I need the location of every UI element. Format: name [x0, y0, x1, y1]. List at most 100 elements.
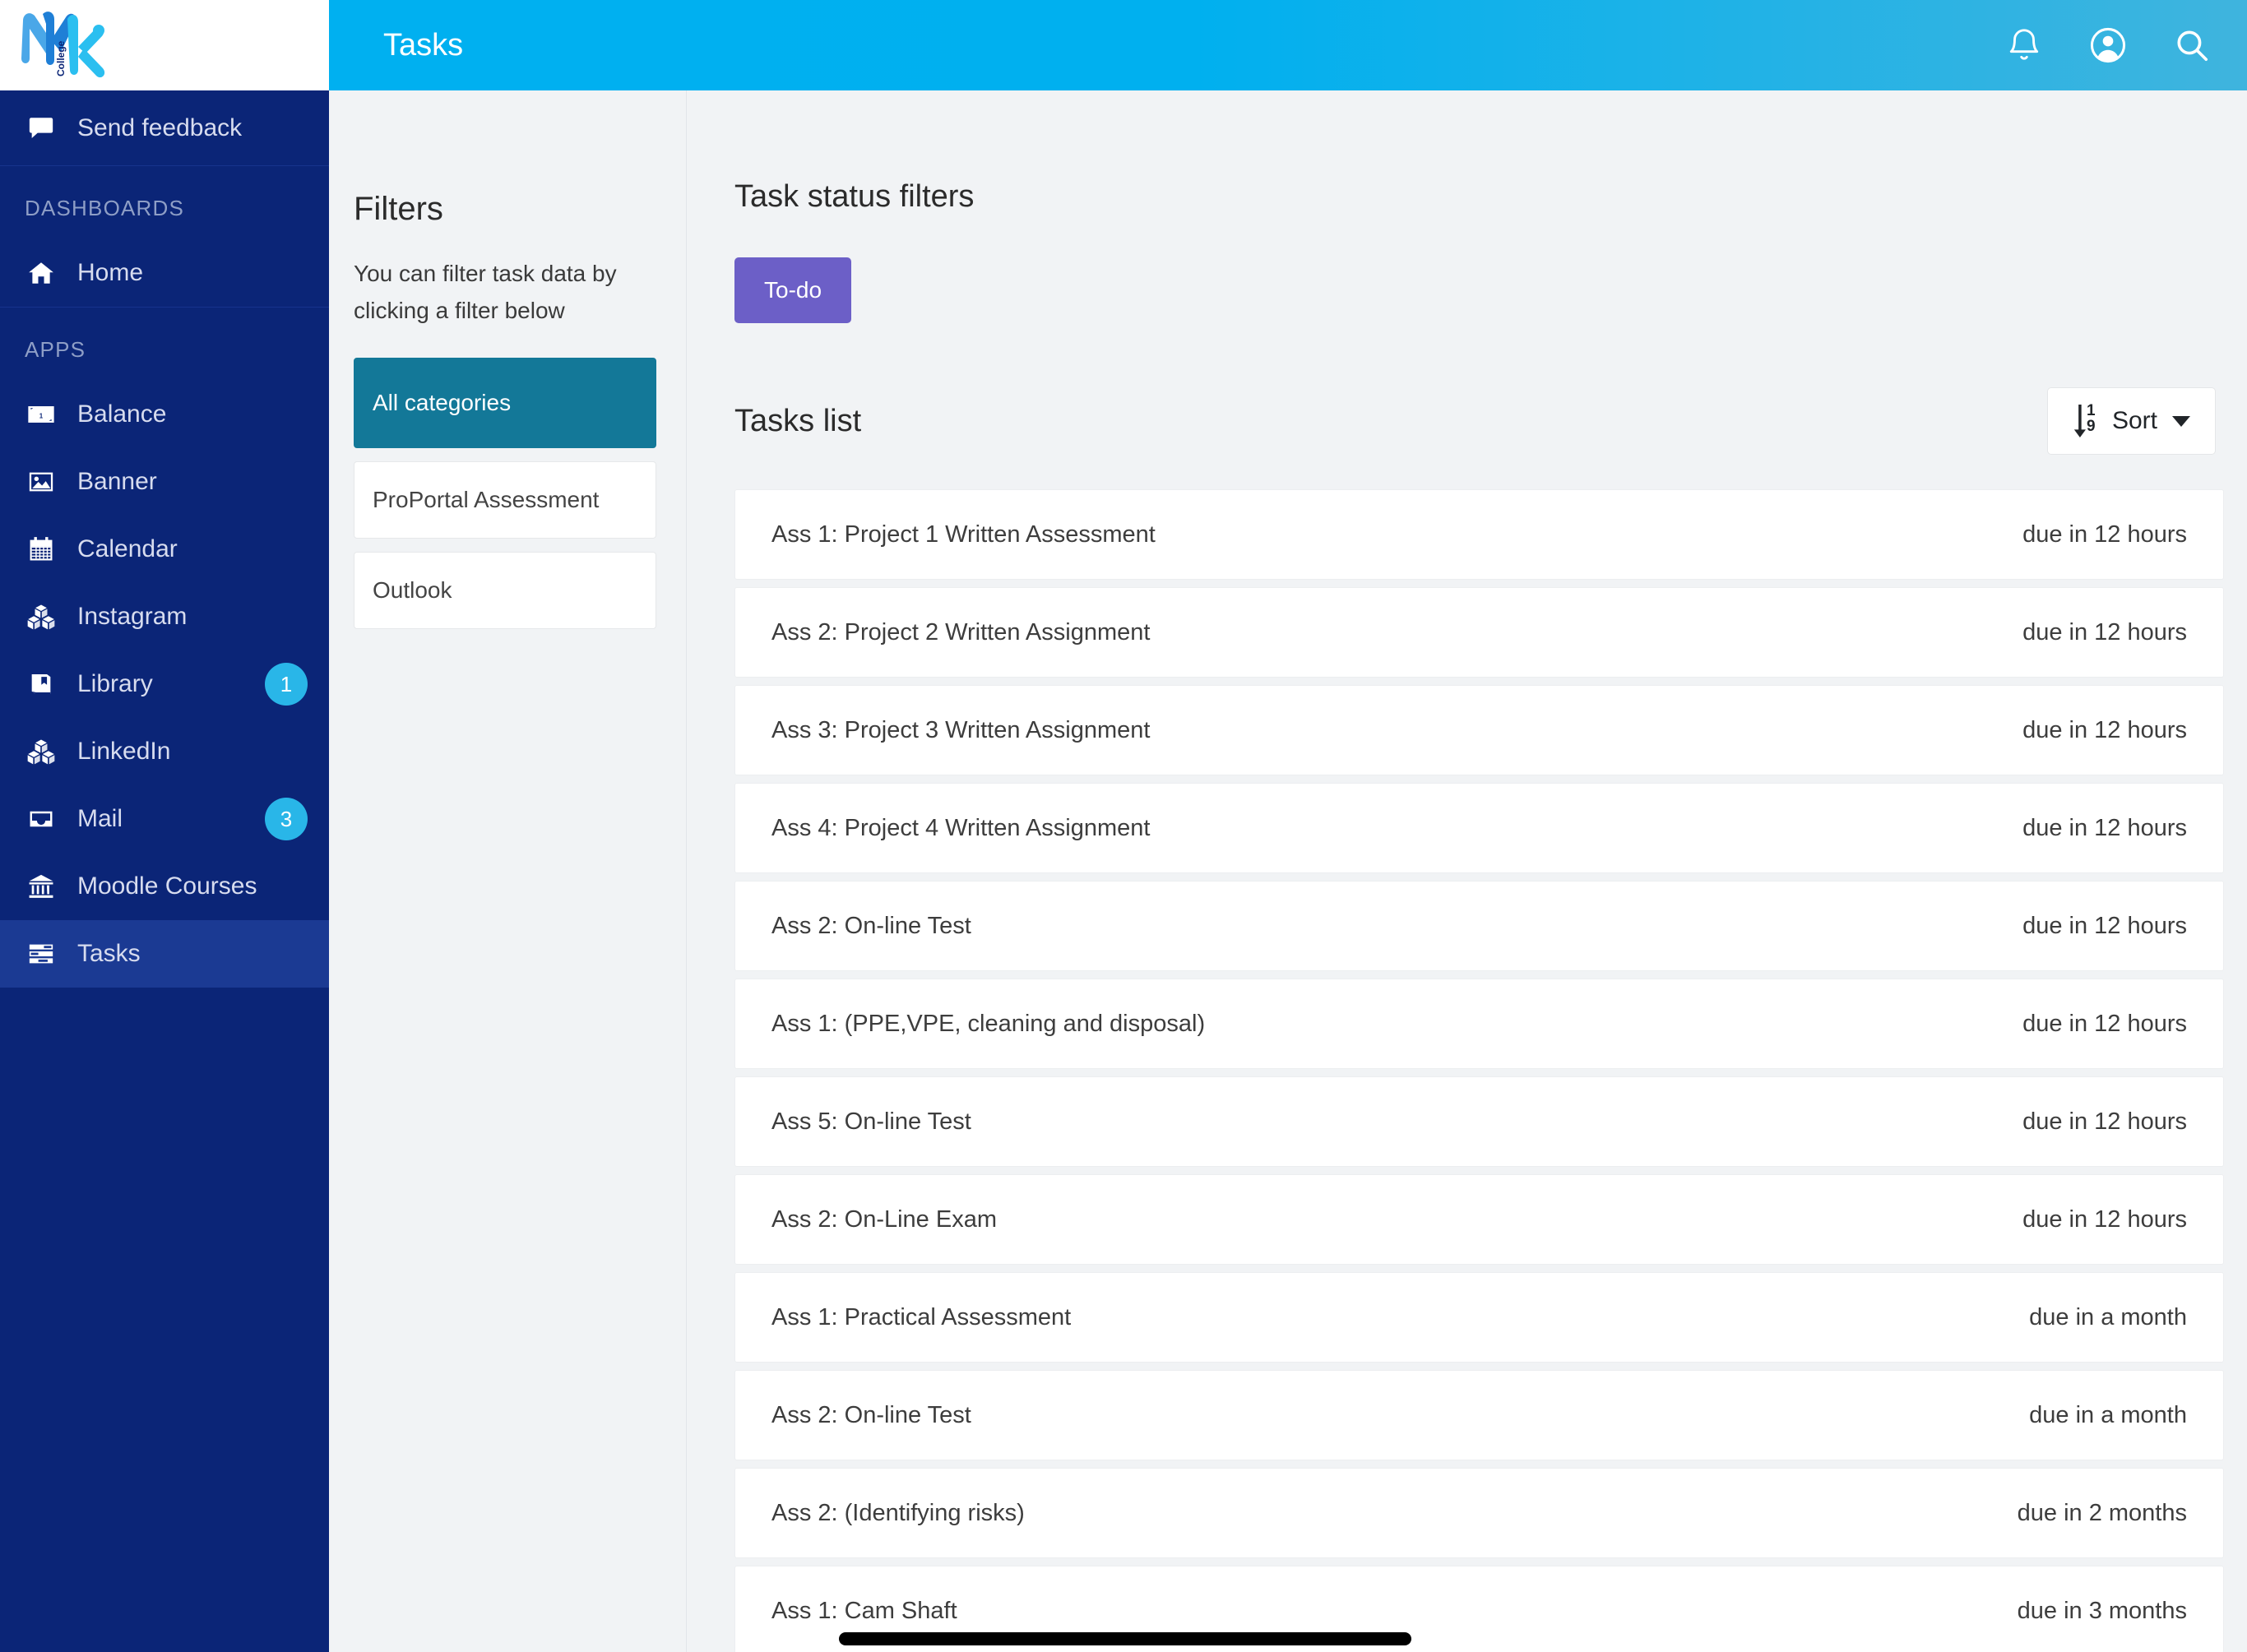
task-status-filters-title: Task status filters [734, 179, 975, 214]
task-due: due in 12 hours [2022, 1010, 2187, 1037]
filters-panel: Filters You can filter task data by clic… [329, 90, 687, 1652]
sidebar-item-label: Balance [77, 400, 167, 428]
sidebar-item-moodle-courses[interactable]: Moodle Courses [0, 853, 329, 920]
send-feedback-label: Send feedback [77, 113, 243, 141]
sidebar-item-label: Home [77, 259, 144, 286]
sidebar-item-home[interactable]: Home [0, 239, 329, 307]
sort-digits: 19 [2086, 402, 2096, 436]
table-row[interactable]: Ass 5: On-line Test due in 12 hours [734, 1076, 2224, 1167]
task-name: Ass 1: Cam Shaft [771, 1597, 957, 1624]
task-name: Ass 2: Project 2 Written Assignment [771, 618, 1151, 646]
table-row[interactable]: Ass 2: (Identifying risks) due in 2 mont… [734, 1468, 2224, 1558]
sidebar-item-label: Tasks [77, 940, 141, 967]
sidebar-item-label: Mail [77, 805, 123, 832]
task-name: Ass 3: Project 3 Written Assignment [771, 716, 1151, 743]
mk-college-logo-icon: College [21, 12, 105, 78]
section-title-dashboards: DASHBOARDS [25, 196, 185, 220]
book-icon [25, 670, 58, 698]
tasks-list-title: Tasks list [734, 403, 862, 438]
sidebar-item-calendar[interactable]: Calendar [0, 516, 329, 583]
comment-icon [25, 114, 58, 142]
table-row[interactable]: Ass 3: Project 3 Written Assignment due … [734, 685, 2224, 775]
filter-outlook[interactable]: Outlook [354, 551, 656, 629]
svg-text:1: 1 [39, 412, 44, 419]
tasks-list: Ass 1: Project 1 Written Assessment due … [734, 489, 2224, 1652]
cubes-icon [25, 738, 58, 766]
body-row: Filters You can filter task data by clic… [329, 90, 2247, 1652]
table-row[interactable]: Ass 4: Project 4 Written Assignment due … [734, 783, 2224, 873]
task-name: Ass 5: On-line Test [771, 1108, 971, 1135]
task-name: Ass 2: (Identifying risks) [771, 1499, 1025, 1526]
status-chip-todo[interactable]: To-do [734, 257, 852, 323]
sidebar-item-balance[interactable]: 1 Balance [0, 381, 329, 448]
filter-proportal-assessment[interactable]: ProPortal Assessment [354, 460, 656, 539]
task-due: due in 12 hours [2022, 618, 2187, 646]
task-due: due in 3 months [2017, 1597, 2187, 1624]
sidebar-item-label: LinkedIn [77, 738, 171, 765]
filter-all-categories[interactable]: All categories [354, 357, 656, 448]
task-name: Ass 1: Project 1 Written Assessment [771, 521, 1156, 548]
sidebar-item-send-feedback[interactable]: Send feedback [0, 90, 329, 166]
tasks-list-header: Tasks list 19 Sort [734, 387, 2224, 455]
task-due: due in 12 hours [2022, 1205, 2187, 1233]
task-name: Ass 1: Practical Assessment [771, 1303, 1072, 1330]
sidebar-item-label: Banner [77, 468, 157, 495]
sort-numeric-down-icon: 19 [2073, 402, 2101, 437]
task-due: due in a month [2029, 1401, 2187, 1428]
page-title: Tasks [383, 27, 464, 62]
search-icon[interactable] [2173, 26, 2211, 64]
brand-logo[interactable]: College [0, 0, 329, 90]
task-due: due in 2 months [2017, 1499, 2187, 1526]
filters-title: Filters [354, 191, 443, 227]
task-due: due in a month [2029, 1303, 2187, 1330]
filters-description: You can filter task data by clicking a f… [354, 261, 617, 323]
calendar-icon [25, 535, 58, 563]
table-row[interactable]: Ass 1: Project 1 Written Assessment due … [734, 489, 2224, 580]
sidebar-item-linkedin[interactable]: LinkedIn [0, 718, 329, 785]
task-due: due in 12 hours [2022, 521, 2187, 548]
table-row[interactable]: Ass 1: Practical Assessment due in a mon… [734, 1272, 2224, 1363]
money-bill-icon: 1 [25, 400, 58, 428]
svg-text:College: College [55, 40, 67, 76]
task-due: due in 12 hours [2022, 912, 2187, 939]
task-status-filters-section: Task status filters To-do [734, 90, 2224, 323]
bank-icon [25, 872, 58, 900]
table-row[interactable]: Ass 1: (PPE,VPE, cleaning and disposal) … [734, 979, 2224, 1069]
table-row[interactable]: Ass 2: On-Line Exam due in 12 hours [734, 1174, 2224, 1265]
task-due: due in 12 hours [2022, 814, 2187, 841]
sidebar-item-label: Instagram [77, 603, 188, 630]
top-header-bar: Tasks [329, 0, 2247, 90]
status-chip-group: To-do [734, 257, 2224, 323]
chevron-down-icon [2172, 415, 2190, 427]
app-root: College Send feedback DASHBOARDS Home AP… [0, 0, 2247, 1652]
table-row[interactable]: Ass 2: On-line Test due in 12 hours [734, 881, 2224, 971]
sidebar-item-library[interactable]: Library 1 [0, 650, 329, 718]
sidebar-item-instagram[interactable]: Instagram [0, 583, 329, 650]
table-row[interactable]: Ass 2: On-line Test due in a month [734, 1370, 2224, 1460]
bell-icon[interactable] [2005, 26, 2043, 64]
sidebar-item-label: Moodle Courses [77, 872, 257, 900]
task-due: due in 12 hours [2022, 716, 2187, 743]
main-panel: Task status filters To-do Tasks list 19 … [687, 90, 2247, 1652]
image-icon [25, 468, 58, 496]
user-circle-icon[interactable] [2089, 26, 2127, 64]
task-name: Ass 2: On-line Test [771, 912, 971, 939]
header-actions [2005, 26, 2211, 64]
sidebar-badge-library: 1 [265, 663, 308, 706]
sidebar-item-label: Calendar [77, 535, 178, 562]
horizontal-scrollbar[interactable] [839, 1632, 1411, 1645]
sidebar: College Send feedback DASHBOARDS Home AP… [0, 0, 329, 1652]
sidebar-item-banner[interactable]: Banner [0, 448, 329, 516]
home-icon [25, 259, 58, 287]
task-name: Ass 1: (PPE,VPE, cleaning and disposal) [771, 1010, 1206, 1037]
content-column: Tasks Filters You can filter task data b… [329, 0, 2247, 1652]
sort-button-label: Sort [2111, 407, 2157, 434]
sidebar-item-tasks[interactable]: Tasks [0, 920, 329, 988]
task-name: Ass 2: On-line Test [771, 1401, 971, 1428]
sidebar-item-mail[interactable]: Mail 3 [0, 785, 329, 853]
task-due: due in 12 hours [2022, 1108, 2187, 1135]
sidebar-item-label: Library [77, 670, 153, 697]
inbox-icon [25, 805, 58, 833]
table-row[interactable]: Ass 2: Project 2 Written Assignment due … [734, 587, 2224, 678]
sort-button[interactable]: 19 Sort [2046, 387, 2216, 455]
